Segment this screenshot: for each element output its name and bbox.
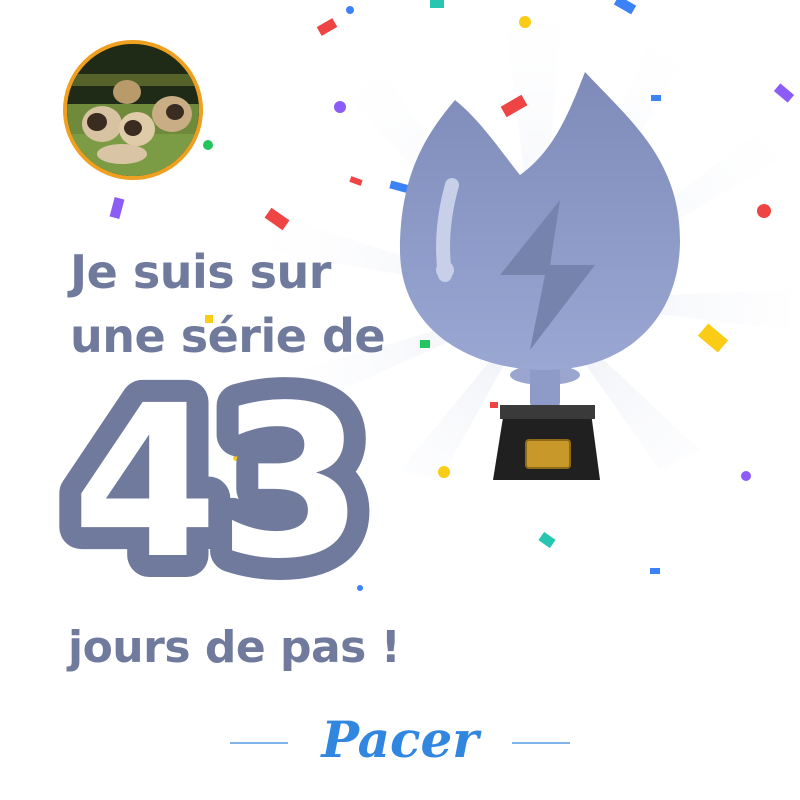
streak-count: 43 43: [48, 338, 388, 627]
streak-share-card: Je suis sur une série de 43 43 jours de …: [0, 0, 800, 800]
avatar[interactable]: [63, 40, 203, 180]
divider-right: [512, 742, 570, 744]
headline-line-1: Je suis sur: [70, 245, 331, 299]
headline: Je suis sur une série de: [70, 240, 386, 368]
profile-photo-dogs: [67, 44, 199, 176]
streak-unit: jours de pas !: [68, 622, 401, 673]
streak-count-value: 43: [72, 360, 364, 605]
divider-left: [230, 742, 288, 744]
brand-logo: Pacer: [321, 710, 479, 769]
brand-footer: Pacer: [230, 705, 570, 775]
headline-line-2: une série de: [70, 309, 386, 363]
